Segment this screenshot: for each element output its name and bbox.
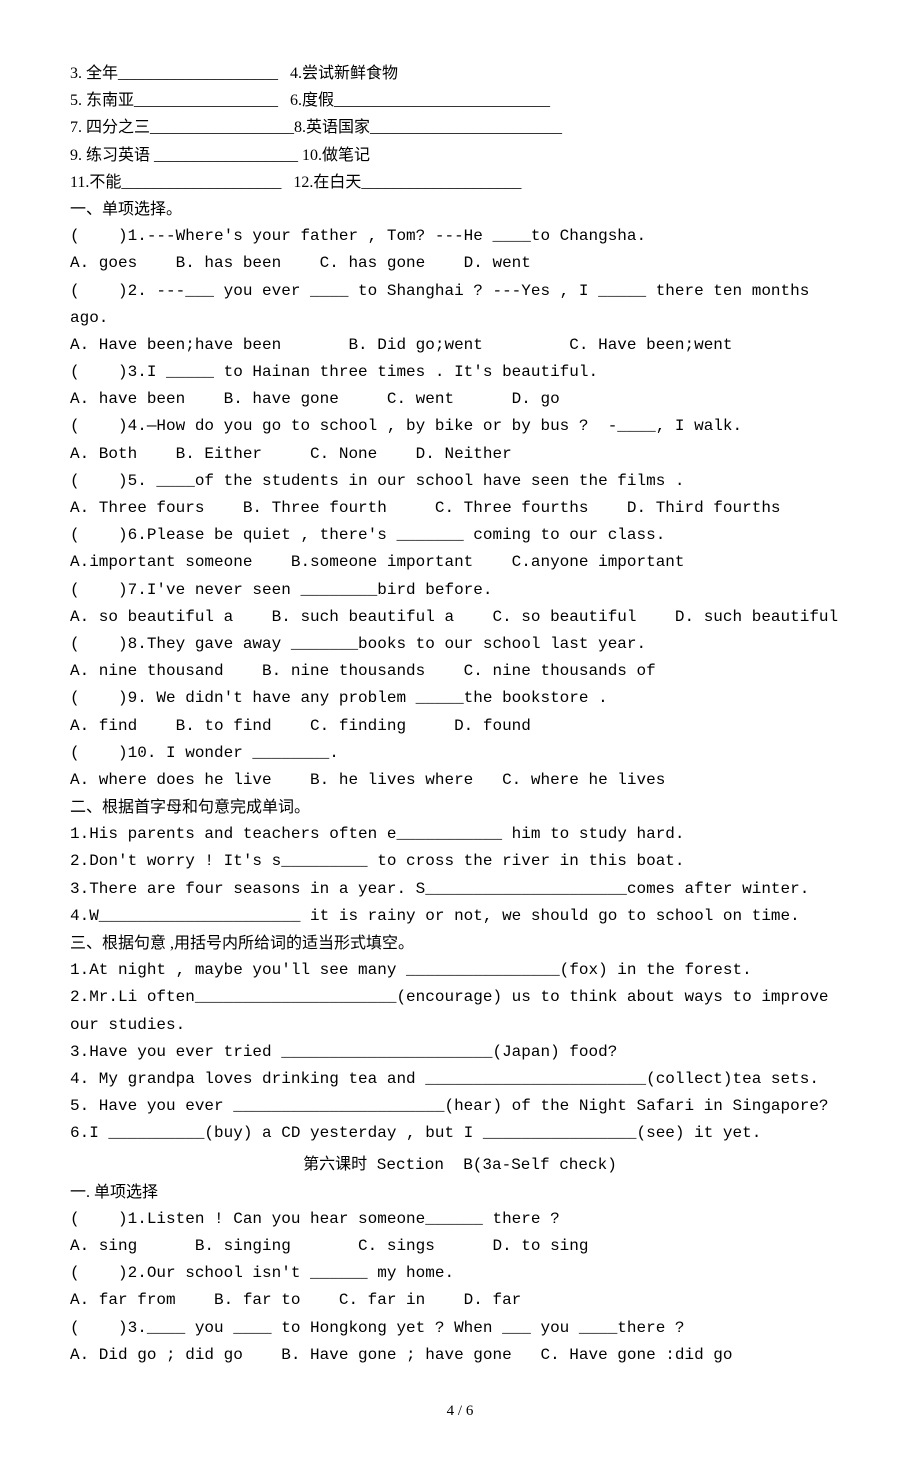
- q4: ( )4.—How do you go to school , by bike …: [70, 413, 850, 440]
- section-1-title: 一、单项选择。: [70, 196, 850, 223]
- s3q3: 3.Have you ever tried __________________…: [70, 1039, 850, 1066]
- q1: ( )1.---Where's your father , Tom? ---He…: [70, 223, 850, 250]
- q7-options: A. so beautiful a B. such beautiful a C.…: [70, 604, 850, 631]
- s4q2-options: A. far from B. far to C. far in D. far: [70, 1287, 850, 1314]
- s3q6: 6.I __________(buy) a CD yesterday , but…: [70, 1120, 850, 1147]
- section-2-title: 二、根据首字母和句意完成单词。: [70, 794, 850, 821]
- s2q4: 4.W_____________________ it is rainy or …: [70, 903, 850, 930]
- q10: ( )10. I wonder ________.: [70, 740, 850, 767]
- q8-options: A. nine thousand B. nine thousands C. ni…: [70, 658, 850, 685]
- q9: ( )9. We didn't have any problem _____th…: [70, 685, 850, 712]
- page-number: 4 / 6: [70, 1399, 850, 1425]
- section-4-title: 一. 单项选择: [70, 1179, 850, 1206]
- s4q3: ( )3.____ you ____ to Hongkong yet ? Whe…: [70, 1315, 850, 1342]
- q2: ( )2. ---___ you ever ____ to Shanghai ?…: [70, 278, 850, 332]
- q5: ( )5. ____of the students in our school …: [70, 468, 850, 495]
- q6-options: A.important someone B.someone important …: [70, 549, 850, 576]
- q3: ( )3.I _____ to Hainan three times . It'…: [70, 359, 850, 386]
- s2q3: 3.There are four seasons in a year. S___…: [70, 876, 850, 903]
- vocab-line-11: 11.不能____________________ 12.在白天________…: [70, 169, 850, 196]
- vocab-line-3: 3. 全年____________________ 4.尝试新鲜食物: [70, 60, 850, 87]
- q5-options: A. Three fours B. Three fourth C. Three …: [70, 495, 850, 522]
- s2q1: 1.His parents and teachers often e______…: [70, 821, 850, 848]
- q4-options: A. Both B. Either C. None D. Neither: [70, 441, 850, 468]
- vocab-line-7: 7. 四分之三__________________8.英语国家_________…: [70, 114, 850, 141]
- q10-options: A. where does he live B. he lives where …: [70, 767, 850, 794]
- s4q1: ( )1.Listen ! Can you hear someone______…: [70, 1206, 850, 1233]
- q6: ( )6.Please be quiet , there's _______ c…: [70, 522, 850, 549]
- s4q2: ( )2.Our school isn't ______ my home.: [70, 1260, 850, 1287]
- q2-options: A. Have been;have been B. Did go;went C.…: [70, 332, 850, 359]
- vocab-line-9: 9. 练习英语 __________________ 10.做笔记: [70, 142, 850, 169]
- q3-options: A. have been B. have gone C. went D. go: [70, 386, 850, 413]
- s4q3-options: A. Did go ; did go B. Have gone ; have g…: [70, 1342, 850, 1369]
- s3q5: 5. Have you ever ______________________(…: [70, 1093, 850, 1120]
- q1-options: A. goes B. has been C. has gone D. went: [70, 250, 850, 277]
- vocab-line-5: 5. 东南亚__________________ 6.度假___________…: [70, 87, 850, 114]
- s3q1: 1.At night , maybe you'll see many _____…: [70, 957, 850, 984]
- q7: ( )7.I've never seen ________bird before…: [70, 577, 850, 604]
- s4q1-options: A. sing B. singing C. sings D. to sing: [70, 1233, 850, 1260]
- q8: ( )8.They gave away _______books to our …: [70, 631, 850, 658]
- s2q2: 2.Don't worry ! It's s_________ to cross…: [70, 848, 850, 875]
- section-3-title: 三、根据句意 ,用括号内所给词的适当形式填空。: [70, 930, 850, 957]
- s3q4: 4. My grandpa loves drinking tea and ___…: [70, 1066, 850, 1093]
- lesson-title: 第六课时 Section B(3a-Self check): [70, 1152, 850, 1179]
- q9-options: A. find B. to find C. finding D. found: [70, 713, 850, 740]
- s3q2: 2.Mr.Li often_____________________(encou…: [70, 984, 850, 1038]
